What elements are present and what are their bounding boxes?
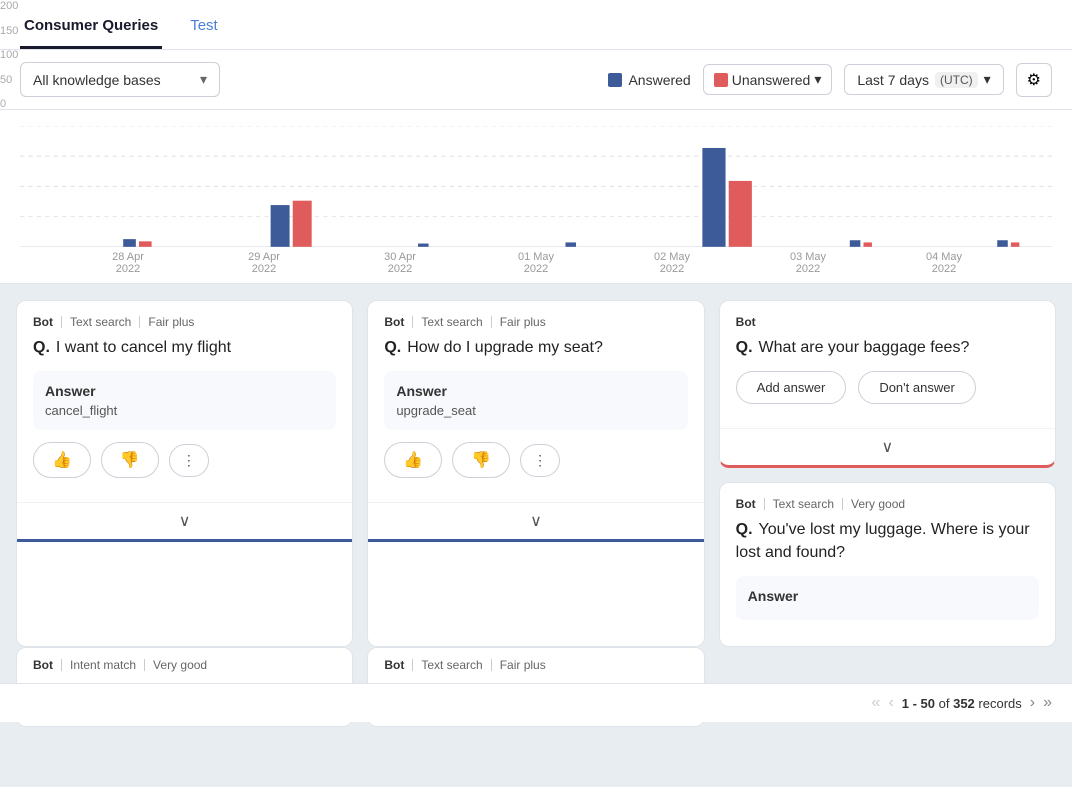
filters-bar: All knowledge bases ▾ Answered Unanswere… (0, 50, 1072, 110)
settings-icon: ⚙ (1027, 70, 1041, 90)
separator (842, 498, 843, 510)
last-page-button[interactable]: » (1043, 694, 1052, 712)
query-card-3: Bot Q.What are your baggage fees? Add an… (719, 300, 1056, 468)
answered-legend: Answered (608, 72, 690, 88)
answered-dot (608, 73, 622, 87)
answer-box-6: Answer (736, 576, 1039, 620)
card-meta-2: Bot Text search Fair plus (384, 315, 687, 329)
answer-box-1: Answer cancel_flight (33, 371, 336, 430)
answer-value: cancel_flight (45, 403, 324, 418)
prev-page-button[interactable]: ‹ (888, 694, 893, 712)
answer-label: Answer (45, 383, 324, 399)
card-source: Bot (33, 315, 53, 329)
card-meta-4: Bot Intent match Very good (33, 658, 336, 672)
add-answer-button[interactable]: Add answer (736, 371, 847, 404)
card-meta-3: Bot (736, 315, 1039, 329)
chart-svg (20, 126, 1052, 247)
thumbs-down-button[interactable]: 👎 (101, 442, 159, 478)
unanswered-label: Unanswered (732, 72, 811, 88)
separator (412, 659, 413, 671)
card-source: Bot (384, 658, 404, 672)
legend-group: Answered Unanswered ▾ Last 7 days (UTC) … (608, 63, 1052, 97)
query-card-1: Bot Text search Fair plus Q.I want to ca… (16, 300, 353, 647)
pagination-bar: « ‹ 1 - 50 of 352 records › » (0, 683, 1072, 722)
separator (61, 316, 62, 328)
separator (144, 659, 145, 671)
separator (764, 498, 765, 510)
date-label: Last 7 days (857, 72, 929, 88)
card-actions-2: 👍 👎 ⋮ (384, 442, 687, 478)
card-score: Very good (851, 497, 905, 511)
more-button[interactable]: ⋮ (520, 444, 560, 477)
thumbs-up-button[interactable]: 👍 (33, 442, 91, 478)
card-meta-1: Bot Text search Fair plus (33, 315, 336, 329)
separator (61, 659, 62, 671)
expand-button-1[interactable]: ∨ (17, 502, 352, 539)
kb-select-label: All knowledge bases (33, 72, 161, 88)
card-source: Bot (736, 315, 756, 329)
card-meta-6: Bot Text search Very good (736, 497, 1039, 511)
card-question-1: Q.I want to cancel my flight (33, 337, 336, 359)
card-type: Text search (421, 315, 482, 329)
answer-actions-3: Add answer Don't answer (736, 371, 1039, 404)
next-page-button[interactable]: › (1030, 694, 1035, 712)
card-type: Text search (773, 497, 834, 511)
pagination-info: 1 - 50 of 352 records (902, 696, 1022, 711)
expand-button-3[interactable]: ∨ (720, 428, 1055, 465)
card-question-2: Q.How do I upgrade my seat? (384, 337, 687, 359)
card-score: Fair plus (500, 658, 546, 672)
card-score: Fair plus (500, 315, 546, 329)
chart-area: 200 150 100 50 0 (0, 110, 1072, 284)
chevron-down-icon: ▾ (814, 71, 821, 88)
dont-answer-button[interactable]: Don't answer (858, 371, 975, 404)
card-source: Bot (33, 658, 53, 672)
card-type: Intent match (70, 658, 136, 672)
separator (139, 316, 140, 328)
answer-label: Answer (396, 383, 675, 399)
expand-button-2[interactable]: ∨ (368, 502, 703, 539)
card-source: Bot (384, 315, 404, 329)
more-button[interactable]: ⋮ (169, 444, 209, 477)
card-actions-1: 👍 👎 ⋮ (33, 442, 336, 478)
tab-test[interactable]: Test (186, 5, 222, 49)
separator (491, 316, 492, 328)
unanswered-toggle[interactable]: Unanswered ▾ (703, 64, 833, 95)
card-meta-5: Bot Text search Fair plus (384, 658, 687, 672)
chevron-down-icon: ▾ (984, 71, 991, 88)
x-axis-labels: 28 Apr2022 29 Apr2022 30 Apr2022 01 May2… (20, 247, 1052, 275)
query-card-6: Bot Text search Very good Q.You've lost … (719, 482, 1056, 647)
header-tabs: Consumer Queries Test (0, 0, 1072, 50)
chevron-down-icon: ▾ (200, 71, 207, 88)
unanswered-dot (714, 73, 728, 87)
answer-value: upgrade_seat (396, 403, 675, 418)
date-filter[interactable]: Last 7 days (UTC) ▾ (844, 64, 1003, 95)
kb-select[interactable]: All knowledge bases ▾ (20, 62, 220, 97)
first-page-button[interactable]: « (872, 694, 881, 712)
answered-label: Answered (628, 72, 690, 88)
card-score: Very good (153, 658, 207, 672)
card-source: Bot (736, 497, 756, 511)
thumbs-up-button[interactable]: 👍 (384, 442, 442, 478)
card-type: Text search (421, 658, 482, 672)
separator (491, 659, 492, 671)
card-question-6: Q.You've lost my luggage. Where is your … (736, 519, 1039, 564)
card-type: Text search (70, 315, 131, 329)
card-score: Fair plus (148, 315, 194, 329)
utc-label: (UTC) (935, 72, 978, 88)
thumbs-down-button[interactable]: 👎 (452, 442, 510, 478)
card-question-3: Q.What are your baggage fees? (736, 337, 1039, 359)
settings-button[interactable]: ⚙ (1016, 63, 1052, 97)
y-axis-labels: 200 150 100 50 0 (0, 0, 36, 110)
answer-label: Answer (748, 588, 1027, 604)
tab-consumer-queries[interactable]: Consumer Queries (20, 5, 162, 49)
cards-area: Bot Text search Fair plus Q.I want to ca… (0, 284, 1072, 647)
separator (412, 316, 413, 328)
query-card-2: Bot Text search Fair plus Q.How do I upg… (367, 300, 704, 647)
answer-box-2: Answer upgrade_seat (384, 371, 687, 430)
